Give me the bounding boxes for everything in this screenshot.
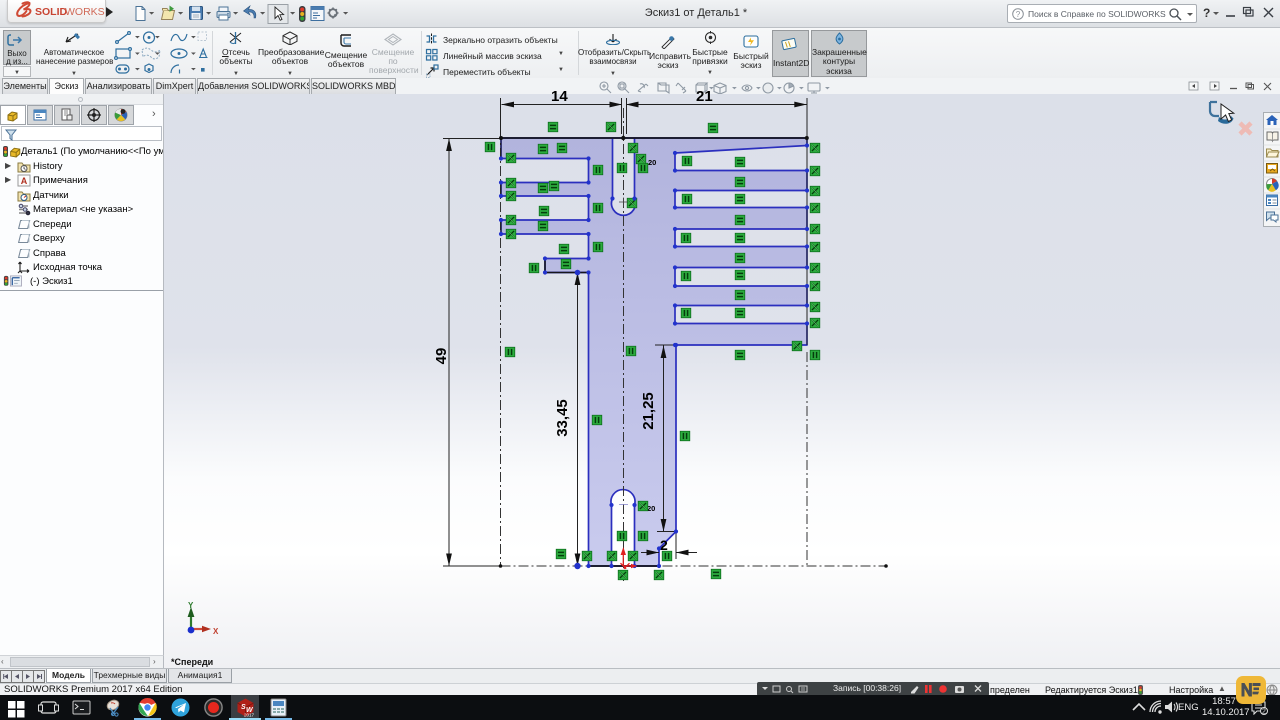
- svg-text:21,25: 21,25: [640, 392, 657, 430]
- svg-text:49: 49: [433, 348, 450, 365]
- svg-text:A: A: [21, 176, 28, 186]
- svg-text:X: X: [213, 627, 219, 636]
- svg-text:SOLID: SOLID: [35, 6, 68, 18]
- svg-text:WORKS: WORKS: [65, 6, 105, 18]
- svg-text:?: ?: [1016, 10, 1021, 19]
- svg-text:20: 20: [648, 158, 656, 167]
- svg-text:2: 2: [660, 537, 668, 553]
- svg-text:33,45: 33,45: [554, 399, 571, 437]
- svg-text:2: 2: [1262, 709, 1266, 716]
- svg-text:2017: 2017: [244, 713, 255, 718]
- svg-text:21: 21: [696, 88, 713, 105]
- svg-text:Y: Y: [188, 601, 194, 610]
- svg-text:*Спереди: *Спереди: [171, 657, 213, 667]
- svg-text:14: 14: [551, 88, 568, 105]
